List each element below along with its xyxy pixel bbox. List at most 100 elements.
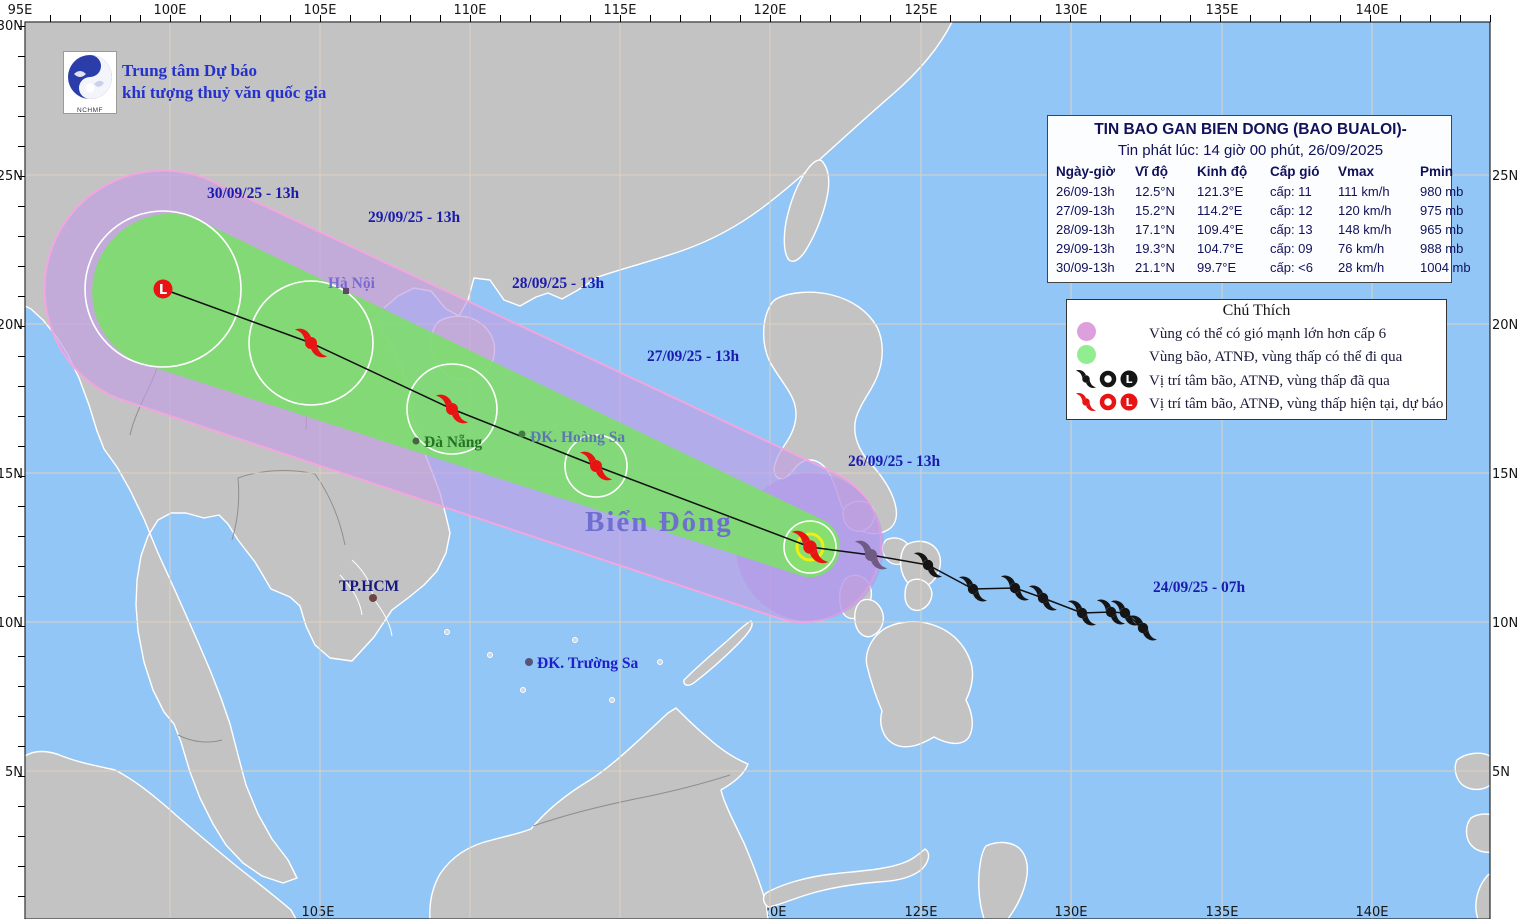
- table-cell: 12.5°N: [1135, 182, 1197, 201]
- city-label-hoangsa: ĐK. Hoàng Sa: [530, 429, 625, 446]
- bulletin-table-header: Ngày-giờ Vĩ độ Kinh độ Cấp gió Vmax Pmin: [1056, 161, 1445, 182]
- legend-title: Chú Thích: [1067, 300, 1446, 322]
- date-label: 30/09/25 - 13h: [207, 185, 300, 202]
- table-cell: 121.3°E: [1197, 182, 1270, 201]
- legend-label: Vị trí tâm bão, ATNĐ, vùng thấp đã qua: [1149, 373, 1446, 390]
- table-row: 26/09-13h12.5°N121.3°Ecấp: 11111 km/h980…: [1056, 182, 1445, 201]
- table-cell: cấp: 12: [1270, 201, 1338, 220]
- table-cell: 27/09-13h: [1056, 201, 1135, 220]
- col-header: Cấp gió: [1270, 161, 1338, 182]
- table-cell: 975 mb: [1420, 201, 1476, 220]
- landmass-island-east2: [1467, 814, 1507, 852]
- table-cell: 111 km/h: [1338, 182, 1420, 201]
- date-label: 28/09/25 - 13h: [512, 275, 605, 292]
- table-cell: 965 mb: [1420, 220, 1476, 239]
- table-cell: 15.2°N: [1135, 201, 1197, 220]
- col-header: Vĩ độ: [1135, 161, 1197, 182]
- table-cell: 28/09-13h: [1056, 220, 1135, 239]
- table-cell: cấp: 09: [1270, 239, 1338, 258]
- legend-label: Vùng bão, ATNĐ, vùng thấp có thể đi qua: [1149, 349, 1446, 366]
- legend-panel: Chú Thích Vùng có thể có gió mạnh lớn hơ…: [1066, 299, 1447, 420]
- date-label: 27/09/25 - 13h: [647, 348, 740, 365]
- hcm-marker: [369, 594, 377, 602]
- legend-label: Vùng có thể có gió mạnh lớn hơn cấp 6: [1149, 326, 1446, 343]
- legend-item-forecast-position: L Vị trí tâm bão, ATNĐ, vùng thấp hiện t…: [1067, 391, 1446, 414]
- axis-label: 10N: [1492, 616, 1518, 631]
- axis-label: 5N: [5, 765, 23, 780]
- forecast-position-symbols-icon: L: [1075, 391, 1143, 413]
- axis-label: 5N: [1492, 765, 1510, 780]
- bulletin-title: TIN BAO GAN BIEN DONG (BAO BUALOI)-: [1056, 119, 1445, 140]
- org-line1: Trung tâm Dự báo: [122, 60, 326, 82]
- axis-label: 125E: [904, 3, 937, 18]
- axis-label: 110E: [453, 3, 486, 18]
- typhoon-forecast-map-screen: 95E 105E 120E 125E 130E 135E 140E: [0, 0, 1519, 919]
- storm-bulletin-panel: TIN BAO GAN BIEN DONG (BAO BUALOI)- Tin …: [1047, 115, 1452, 283]
- axis-label: 25N: [0, 169, 23, 184]
- legend-item-wind-zone: Vùng có thể có gió mạnh lớn hơn cấp 6: [1067, 322, 1446, 345]
- table-row: 28/09-13h17.1°N109.4°Ecấp: 13148 km/h965…: [1056, 220, 1445, 239]
- table-cell: 29/09-13h: [1056, 239, 1135, 258]
- axis-label: 30N: [0, 19, 23, 34]
- axis-top-labels: 95E 100E 105E 110E 115E 120E 125E 130E 1…: [8, 3, 1389, 18]
- axis-label: 100E: [153, 3, 186, 18]
- city-label-truongsa: ĐK. Trường Sa: [537, 655, 639, 672]
- col-header: Vmax: [1338, 161, 1420, 182]
- svg-text:L: L: [1125, 373, 1132, 386]
- axis-label: 105E: [303, 3, 336, 18]
- table-cell: 28 km/h: [1338, 258, 1420, 277]
- green-zone-swatch: [1077, 345, 1096, 364]
- legend-item-pass-zone: Vùng bão, ATNĐ, vùng thấp có thể đi qua: [1067, 345, 1446, 368]
- table-cell: 1004 mb: [1420, 258, 1476, 277]
- axis-label: 140E: [1355, 3, 1388, 18]
- axis-label: 15N: [1492, 467, 1518, 482]
- axis-right-labels: 25N 20N 15N 10N 5N: [1492, 169, 1518, 780]
- axis-label: 135E: [1205, 3, 1238, 18]
- table-cell: 148 km/h: [1338, 220, 1420, 239]
- city-label-hcm: TP.HCM: [339, 578, 400, 595]
- table-cell: 104.7°E: [1197, 239, 1270, 258]
- table-row: 30/09-13h21.1°N99.7°Ecấp: <628 km/h1004 …: [1056, 258, 1445, 277]
- danang-marker: [413, 438, 420, 445]
- axis-label: 120E: [753, 3, 786, 18]
- truongsa-marker: [525, 658, 533, 666]
- axis-label: 20N: [0, 318, 23, 333]
- axis-label: 95E: [8, 3, 33, 18]
- city-label-hanoi: Hà Nội: [328, 275, 376, 292]
- past-position-symbols-icon: L: [1075, 368, 1143, 390]
- axis-label: 130E: [1054, 3, 1087, 18]
- org-line2: khí tượng thuỷ văn quốc gia: [122, 82, 326, 104]
- table-cell: 17.1°N: [1135, 220, 1197, 239]
- date-label: 24/09/25 - 07h: [1153, 579, 1246, 596]
- date-label: 26/09/25 - 13h: [848, 453, 941, 470]
- hoangsa-marker: [519, 431, 526, 438]
- table-cell: 114.2°E: [1197, 201, 1270, 220]
- logo-caption: NCHMF: [64, 107, 116, 115]
- axis-label: 115E: [603, 3, 636, 18]
- city-label-danang: Đà Nẵng: [424, 434, 482, 451]
- table-cell: cấp: 11: [1270, 182, 1338, 201]
- col-header: Ngày-giờ: [1056, 161, 1135, 182]
- table-cell: cấp: 13: [1270, 220, 1338, 239]
- sea-name-label: Biển Đông: [585, 506, 733, 538]
- axis-left-labels: 30N 25N 20N 15N 10N 5N: [0, 19, 23, 780]
- table-cell: 99.7°E: [1197, 258, 1270, 277]
- landmass-leyte: [905, 579, 932, 610]
- axis-label: 15N: [0, 467, 23, 482]
- nchmf-logo: NCHMF: [63, 51, 117, 114]
- axis-label: 20N: [1492, 318, 1518, 333]
- table-row: 27/09-13h15.2°N114.2°Ecấp: 12120 km/h975…: [1056, 201, 1445, 220]
- table-cell: 109.4°E: [1197, 220, 1270, 239]
- col-header: Kinh độ: [1197, 161, 1270, 182]
- table-cell: 30/09-13h: [1056, 258, 1135, 277]
- table-cell: 120 km/h: [1338, 201, 1420, 220]
- landmass-negros: [855, 599, 884, 636]
- date-label: 29/09/25 - 13h: [368, 209, 461, 226]
- table-cell: 980 mb: [1420, 182, 1476, 201]
- legend-label: Vị trí tâm bão, ATNĐ, vùng thấp hiện tại…: [1149, 396, 1446, 413]
- table-cell: 19.3°N: [1135, 239, 1197, 258]
- table-cell: 76 km/h: [1338, 239, 1420, 258]
- table-cell: 26/09-13h: [1056, 182, 1135, 201]
- svg-text:L: L: [1125, 396, 1132, 409]
- axis-label: 25N: [1492, 169, 1518, 184]
